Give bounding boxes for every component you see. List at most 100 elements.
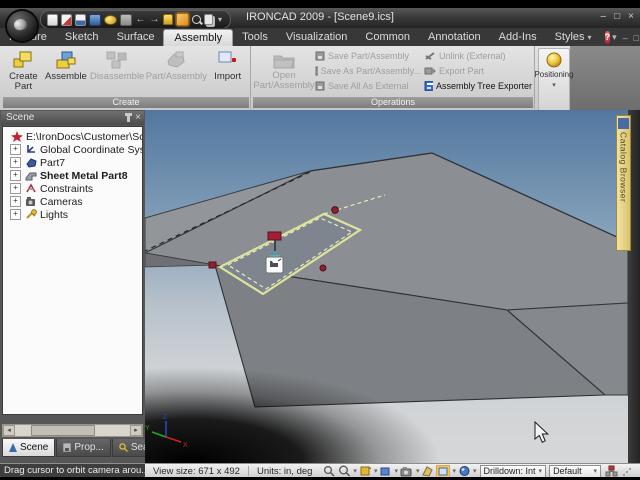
scrollbar-thumb[interactable] bbox=[31, 425, 95, 436]
tab-common[interactable]: Common bbox=[356, 29, 419, 46]
anchor-handle[interactable] bbox=[267, 231, 282, 241]
render-realistic-icon[interactable] bbox=[458, 465, 471, 477]
sheet-metal-part-icon bbox=[24, 170, 37, 181]
tree-item-lights[interactable]: + Lights bbox=[3, 208, 142, 221]
look-at-icon[interactable] bbox=[379, 465, 392, 477]
import-button[interactable]: Import bbox=[207, 47, 248, 95]
help-icon[interactable]: ? bbox=[604, 31, 611, 44]
tab-add-ins[interactable]: Add-Ins bbox=[490, 29, 546, 46]
render-style-select[interactable]: Default ▾ bbox=[549, 464, 602, 478]
zoom-window-icon[interactable] bbox=[323, 465, 336, 477]
assembly-tree-exporter-button[interactable]: Assembly Tree Exporter bbox=[424, 80, 532, 92]
tree-item-constraints[interactable]: + Constraints bbox=[3, 182, 142, 195]
tree-item-cameras[interactable]: + Cameras bbox=[3, 195, 142, 208]
catalog-grid-icon bbox=[618, 118, 629, 129]
lights-icon bbox=[24, 209, 37, 220]
expand-icon[interactable]: + bbox=[10, 209, 21, 220]
scene-tab-icon bbox=[9, 443, 17, 452]
part-icon bbox=[24, 157, 37, 168]
positioning-button[interactable]: Positioning ▾ bbox=[534, 48, 574, 111]
save-as-part-assembly-button: Save As Part/Assembly... bbox=[315, 65, 421, 77]
chevron-down-icon[interactable]: ▾ bbox=[353, 467, 357, 475]
render-facet-icon[interactable] bbox=[421, 465, 434, 477]
document-restore-button[interactable]: □ bbox=[634, 33, 639, 43]
viewport-3d[interactable]: Z X Y bbox=[145, 110, 628, 463]
search-tab-icon bbox=[119, 443, 128, 452]
tab-assembly[interactable]: Assembly bbox=[163, 29, 234, 46]
undo-icon[interactable]: ← bbox=[135, 14, 146, 25]
window-minimize-button[interactable]: – bbox=[601, 11, 607, 22]
camera-properties-icon[interactable] bbox=[400, 465, 414, 477]
assemble-icon bbox=[56, 51, 76, 69]
status-message: Drag cursor to orbit camera arou... bbox=[0, 464, 145, 478]
expand-icon[interactable]: + bbox=[10, 144, 21, 155]
expand-icon[interactable]: + bbox=[10, 196, 21, 207]
render-shaded-icon[interactable] bbox=[436, 464, 451, 478]
triball-icon[interactable] bbox=[104, 14, 117, 25]
chevron-down-icon[interactable]: ▾ bbox=[394, 467, 398, 475]
save-icon[interactable] bbox=[120, 13, 132, 26]
expand-icon[interactable]: + bbox=[10, 157, 21, 168]
tab-annotation[interactable]: Annotation bbox=[419, 29, 490, 46]
scroll-left-icon[interactable]: ◂ bbox=[3, 425, 15, 436]
save-part-assembly-button: Save Part/Assembly bbox=[315, 50, 421, 62]
scene-tree-horizontal-scrollbar[interactable]: ◂ ▸ bbox=[2, 424, 143, 437]
disassemble-icon bbox=[106, 51, 127, 69]
styles-menu[interactable]: Styles ▾ bbox=[546, 29, 601, 46]
tab-sketch[interactable]: Sketch bbox=[56, 29, 108, 46]
expand-icon[interactable]: + bbox=[10, 183, 21, 194]
measure-tool-icon[interactable] bbox=[176, 13, 189, 26]
save-icon bbox=[315, 51, 325, 61]
window-restore-button[interactable]: □ bbox=[614, 11, 620, 22]
create-part-button[interactable]: Create Part bbox=[4, 47, 43, 95]
save-all-icon bbox=[315, 81, 325, 91]
tab-scene[interactable]: Scene bbox=[2, 439, 56, 457]
quick-access-toolbar: ← → ▾ bbox=[40, 10, 232, 29]
tab-tools[interactable]: Tools bbox=[233, 29, 277, 46]
new-scene-icon[interactable] bbox=[47, 13, 58, 26]
ribbon-minimize-chevron-icon[interactable]: ▾ bbox=[612, 32, 617, 43]
open-part-assembly-button: Open Part/Assembly bbox=[253, 48, 315, 100]
close-scene-icon[interactable] bbox=[61, 13, 72, 26]
panel-close-icon[interactable]: × bbox=[135, 111, 141, 125]
chevron-down-icon[interactable]: ▾ bbox=[374, 467, 378, 475]
catalog-browser-tab[interactable]: Catalog Browser bbox=[616, 115, 631, 251]
tab-surface[interactable]: Surface bbox=[108, 29, 164, 46]
chevron-down-icon[interactable]: ▾ bbox=[473, 467, 477, 475]
copy-icon[interactable] bbox=[204, 14, 213, 25]
zoom-tool-icon[interactable] bbox=[192, 15, 201, 24]
tab-properties[interactable]: Prop... bbox=[56, 439, 111, 457]
insert-icon[interactable] bbox=[75, 13, 86, 26]
tree-item-scene-root[interactable]: E:\IronDocs\Customer\Scene bbox=[3, 130, 142, 143]
window-close-button[interactable]: × bbox=[628, 11, 634, 22]
fit-scene-icon[interactable] bbox=[359, 465, 372, 477]
document-minimize-button[interactable]: – bbox=[623, 33, 628, 43]
link-icon[interactable] bbox=[89, 13, 101, 26]
drilldown-select[interactable]: Drilldown: Int ▾ bbox=[479, 464, 547, 478]
units-indicator: Units: in, deg bbox=[256, 465, 313, 477]
letterbox-top bbox=[0, 0, 640, 8]
assemble-button[interactable]: Assemble bbox=[43, 47, 89, 95]
tree-item-sheet-metal-part8[interactable]: + Sheet Metal Part8 bbox=[3, 169, 142, 182]
zoom-icon[interactable] bbox=[338, 465, 351, 477]
create-part-icon bbox=[13, 51, 32, 68]
expand-icon[interactable]: + bbox=[10, 170, 21, 181]
scroll-right-icon[interactable]: ▸ bbox=[130, 425, 142, 436]
qat-customize-chevron-icon[interactable]: ▾ bbox=[218, 15, 222, 24]
chevron-down-icon[interactable]: ▾ bbox=[416, 467, 420, 475]
tab-visualization[interactable]: Visualization bbox=[277, 29, 357, 46]
ribbon-empty-area bbox=[570, 46, 640, 110]
lock-icon[interactable] bbox=[163, 14, 173, 25]
resize-grip[interactable] bbox=[622, 466, 632, 476]
pin-icon[interactable] bbox=[125, 112, 133, 122]
view-tools: ▾ ▾ ▾ ▾ ▾ ▾ bbox=[320, 464, 479, 478]
tool-cursor-badge bbox=[265, 256, 284, 274]
ribbon: Create Part Assemble Disassemble Part/As… bbox=[0, 46, 640, 111]
redo-icon[interactable]: → bbox=[149, 14, 160, 25]
application-menu-button[interactable] bbox=[5, 9, 39, 43]
unlink-external-button: Unlink (External) bbox=[424, 50, 532, 62]
chevron-down-icon[interactable]: ▾ bbox=[452, 467, 456, 475]
config-tree-icon[interactable] bbox=[605, 465, 618, 477]
tree-item-global-coordinate-system[interactable]: + Global Coordinate System bbox=[3, 143, 142, 156]
tree-item-part7[interactable]: + Part7 bbox=[3, 156, 142, 169]
